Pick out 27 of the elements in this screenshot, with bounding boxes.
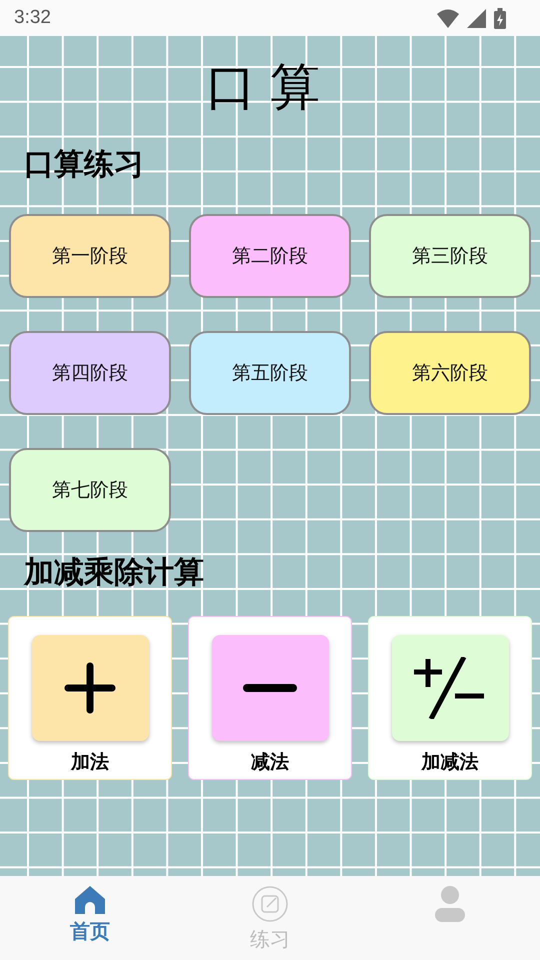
operation-label: 减法	[251, 750, 289, 775]
operation-label: 加法	[71, 750, 109, 775]
section-heading: 口算练习	[24, 146, 144, 184]
stage-button[interactable]: 第七阶段	[9, 448, 171, 532]
status-time: 3:32	[14, 7, 51, 29]
person-icon	[435, 886, 465, 922]
stage-button[interactable]: 第一阶段	[9, 214, 171, 298]
home-icon	[75, 886, 105, 914]
battery-icon	[494, 8, 506, 28]
stage-button[interactable]: 第五阶段	[189, 331, 351, 415]
stage-button[interactable]: 第四阶段	[9, 331, 171, 415]
minus-icon	[243, 683, 297, 693]
stage-button[interactable]: 第六阶段	[369, 331, 531, 415]
signal-icon	[467, 8, 486, 28]
stage-button[interactable]: 第三阶段	[369, 214, 531, 298]
plus-icon	[64, 662, 116, 714]
operation-label: 加减法	[422, 750, 478, 775]
operation-card[interactable]: 加减法	[368, 616, 532, 780]
operation-card[interactable]: 减法	[188, 616, 352, 780]
edit-icon	[252, 886, 288, 922]
operation-card[interactable]: 加法	[8, 616, 172, 780]
page-title: 口算	[206, 57, 334, 118]
stage-button[interactable]: 第二阶段	[189, 214, 351, 298]
section-heading: 加减乘除计算	[24, 554, 204, 592]
wifi-icon	[437, 8, 459, 28]
plus-minus-icon	[414, 657, 486, 719]
nav-tab[interactable]: 首页	[0, 876, 180, 960]
